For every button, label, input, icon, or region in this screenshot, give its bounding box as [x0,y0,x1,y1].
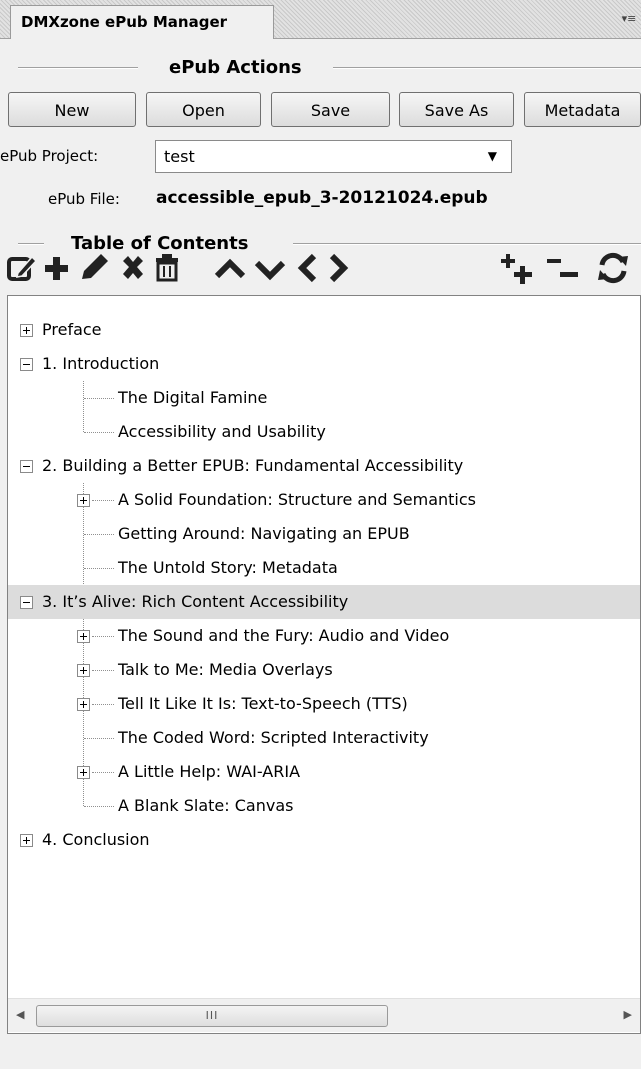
tree-item-accessibility-usability[interactable]: Accessibility and Usability [8,415,640,449]
chevron-down-icon: ▼ [487,149,497,163]
tree-item-label: Getting Around: Navigating an EPUB [118,524,410,543]
tree-item-label: The Sound and the Fury: Audio and Video [118,626,450,645]
panel-tab[interactable]: DMXzone ePub Manager [10,5,274,39]
move-up-icon[interactable] [213,248,247,290]
horizontal-scrollbar[interactable]: ◀ III ▶ [8,998,640,1032]
open-button[interactable]: Open [146,92,261,127]
tree-item-getting-around[interactable]: Getting Around: Navigating an EPUB [8,517,640,551]
tree-connector [92,772,114,773]
tree-connector [92,636,114,637]
tree-item-blank-slate[interactable]: A Blank Slate: Canvas [8,789,640,823]
indent-icon[interactable] [325,248,351,290]
epub-project-value: test [164,147,195,166]
tree-item-digital-famine[interactable]: The Digital Famine [8,381,640,415]
collapse-icon[interactable] [20,460,33,473]
expand-icon[interactable] [77,494,90,507]
add-icon[interactable] [42,248,72,290]
tree-item-label: 1. Introduction [42,354,160,373]
tree-item-coded-word[interactable]: The Coded Word: Scripted Interactivity [8,721,640,755]
expand-all-icon[interactable] [500,248,538,290]
tree-connector [84,534,114,535]
tree-connector [84,432,114,433]
tree-item-solid-foundation[interactable]: A Solid Foundation: Structure and Semant… [8,483,640,517]
epub-actions-title: ePub Actions [169,57,302,78]
tree-connector [92,670,114,671]
expand-icon[interactable] [77,766,90,779]
tree-connector [84,398,114,399]
tree-item-label: Preface [42,320,102,339]
epub-actions-header: ePub Actions [0,56,641,80]
panel-tab-bar: DMXzone ePub Manager ▾≡ [0,0,641,39]
tree-connector [92,704,114,705]
metadata-button[interactable]: Metadata [524,92,641,127]
expand-icon[interactable] [20,834,33,847]
move-down-icon[interactable] [253,248,287,290]
collapse-all-icon[interactable] [546,248,584,290]
collapse-icon[interactable] [20,596,33,609]
expand-icon[interactable] [77,698,90,711]
collapse-icon[interactable] [20,358,33,371]
tree-connector [84,738,114,739]
tree-item-introduction[interactable]: 1. Introduction [8,347,640,381]
tree-item-label: Accessibility and Usability [118,422,326,441]
tree-item-label: A Blank Slate: Canvas [118,796,294,815]
divider [293,243,641,245]
tree-item-little-help[interactable]: A Little Help: WAI-ARIA [8,755,640,789]
edit-icon[interactable] [6,248,38,290]
scroll-left-icon[interactable]: ◀ [16,1008,24,1021]
expand-icon[interactable] [20,324,33,337]
panel-menu-icon[interactable]: ▾≡ [621,12,637,26]
tree-item-untold-story[interactable]: The Untold Story: Metadata [8,551,640,585]
tree-item-label: The Digital Famine [118,388,268,407]
tree-connector [84,568,114,569]
toc-tree[interactable]: Preface 1. Introduction The Digital Fami… [7,295,641,1034]
divider [333,67,641,69]
divider [18,243,44,245]
tree-connector [84,806,114,807]
divider [18,67,138,69]
tree-item-label: Tell It Like It Is: Text-to-Speech (TTS) [118,694,408,713]
rename-icon[interactable] [78,248,112,290]
refresh-icon[interactable] [594,248,634,290]
tree-item-preface[interactable]: Preface [8,313,640,347]
tree-item-label: The Coded Word: Scripted Interactivity [118,728,429,747]
tree-item-label: 3. It’s Alive: Rich Content Accessibilit… [42,592,349,611]
delete-icon[interactable] [152,248,182,290]
toc-toolbar [0,248,641,290]
tree-item-label: A Little Help: WAI-ARIA [118,762,301,781]
tree-item-label: 4. Conclusion [42,830,150,849]
tree-item-label: 2. Building a Better EPUB: Fundamental A… [42,456,464,475]
epub-file-label: ePub File: [48,190,120,208]
scrollbar-thumb[interactable]: III [36,1005,388,1027]
epub-project-select[interactable]: test ▼ [155,140,512,173]
outdent-icon[interactable] [295,248,321,290]
epub-project-label: ePub Project: [0,147,99,165]
expand-icon[interactable] [77,664,90,677]
tree-item-building-better-epub[interactable]: 2. Building a Better EPUB: Fundamental A… [8,449,640,483]
epub-file-value: accessible_epub_3-20121024.epub [156,188,488,208]
remove-icon[interactable] [118,248,148,290]
tree-item-sound-and-fury[interactable]: The Sound and the Fury: Audio and Video [8,619,640,653]
tree-item-label: The Untold Story: Metadata [118,558,338,577]
tree-item-talk-to-me[interactable]: Talk to Me: Media Overlays [8,653,640,687]
tree-item-tell-it-like-it-is[interactable]: Tell It Like It Is: Text-to-Speech (TTS) [8,687,640,721]
scroll-right-icon[interactable]: ▶ [624,1008,632,1021]
tree-connector [92,500,114,501]
save-button[interactable]: Save [271,92,390,127]
tree-item-label: A Solid Foundation: Structure and Semant… [118,490,476,509]
new-button[interactable]: New [8,92,136,127]
tree-item-its-alive[interactable]: 3. It’s Alive: Rich Content Accessibilit… [8,585,640,619]
tree-item-label: Talk to Me: Media Overlays [118,660,333,679]
tree-item-conclusion[interactable]: 4. Conclusion [8,823,640,857]
expand-icon[interactable] [77,630,90,643]
save-as-button[interactable]: Save As [399,92,514,127]
